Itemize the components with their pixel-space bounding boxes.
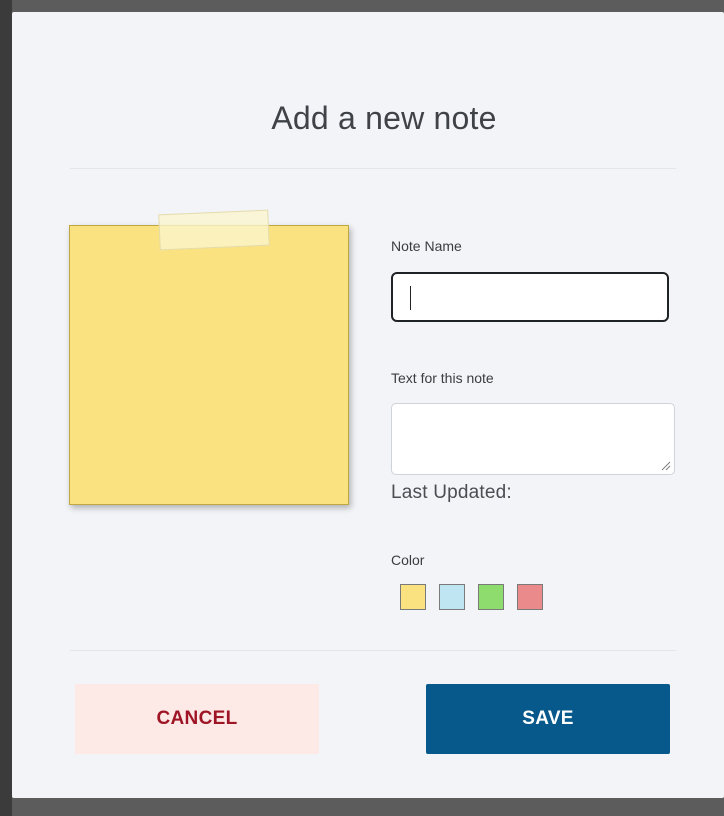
color-swatch-green[interactable] <box>478 584 504 610</box>
color-swatch-light-blue[interactable] <box>439 584 465 610</box>
note-text-input[interactable] <box>391 403 675 475</box>
note-text-label: Text for this note <box>391 370 494 386</box>
add-note-dialog: Add a new note Note Name Text for this n… <box>12 12 724 798</box>
last-updated-text: Last Updated: <box>391 482 512 503</box>
note-preview <box>69 209 349 505</box>
color-swatch-red[interactable] <box>517 584 543 610</box>
dialog-title: Add a new note <box>271 100 497 136</box>
tape-decoration <box>158 209 270 251</box>
footer-divider <box>70 650 676 651</box>
color-label: Color <box>391 552 425 568</box>
background-app-edge <box>0 0 12 816</box>
note-name-input[interactable] <box>391 272 669 322</box>
color-swatch-yellow[interactable] <box>400 584 426 610</box>
save-button[interactable]: SAVE <box>426 684 670 754</box>
note-name-label: Note Name <box>391 238 462 254</box>
header-divider <box>70 168 676 169</box>
cancel-button[interactable]: CANCEL <box>75 684 319 754</box>
resize-handle-icon[interactable] <box>661 461 671 471</box>
text-cursor <box>410 286 411 310</box>
